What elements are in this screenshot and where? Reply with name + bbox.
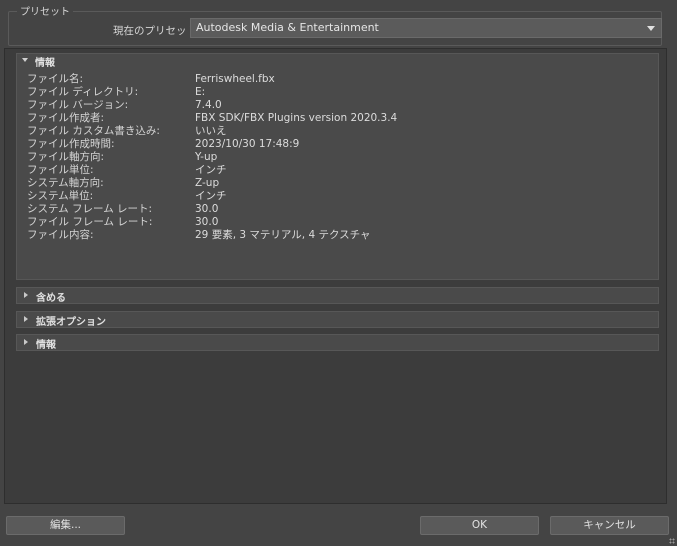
info-value: インチ bbox=[195, 164, 227, 176]
info-value: インチ bbox=[195, 190, 227, 202]
edit-button[interactable]: 編集... bbox=[6, 516, 125, 535]
info-value: Y-up bbox=[195, 151, 218, 163]
preset-group: プリセット 現在のプリセット: Autodesk Media & Enterta… bbox=[8, 3, 662, 46]
info-label: ファイル名: bbox=[27, 73, 84, 85]
info-label: システム フレーム レート: bbox=[27, 203, 153, 215]
current-preset-label: 現在のプリセット: bbox=[113, 25, 201, 37]
expand-right-icon bbox=[24, 316, 28, 322]
expand-right-icon bbox=[24, 339, 28, 345]
info-label: ファイル単位: bbox=[27, 164, 94, 176]
dropdown-arrow-icon bbox=[647, 26, 655, 31]
info-value: 2023/10/30 17:48:9 bbox=[195, 138, 300, 150]
info-value: FBX SDK/FBX Plugins version 2020.3.4 bbox=[195, 112, 398, 124]
info-label: ファイル軸方向: bbox=[27, 151, 105, 163]
info-label: ファイル作成者: bbox=[27, 112, 105, 124]
info-value: Z-up bbox=[195, 177, 220, 189]
info2-rollout-title: 情報 bbox=[36, 340, 56, 351]
advanced-options-rollout-header[interactable]: 拡張オプション bbox=[16, 311, 659, 328]
info-label: ファイル ディレクトリ: bbox=[27, 86, 139, 98]
info-label: ファイル カスタム書き込み: bbox=[27, 125, 160, 137]
info-label: ファイル バージョン: bbox=[27, 99, 129, 111]
info-label: システム軸方向: bbox=[27, 177, 104, 189]
info2-rollout-header[interactable]: 情報 bbox=[16, 334, 659, 351]
ok-button[interactable]: OK bbox=[420, 516, 539, 535]
info-label: システム単位: bbox=[27, 190, 94, 202]
info-label: ファイル内容: bbox=[27, 229, 94, 241]
current-preset-dropdown[interactable]: Autodesk Media & Entertainment bbox=[190, 18, 662, 38]
info-rollout-title: 情報 bbox=[35, 58, 55, 69]
expand-down-icon bbox=[22, 58, 28, 62]
include-rollout-title: 含める bbox=[36, 293, 66, 304]
info-value: 30.0 bbox=[195, 203, 219, 215]
advanced-options-rollout-title: 拡張オプション bbox=[36, 317, 106, 328]
info-rollout: 情報 ファイル名: Ferriswheel.fbx ファイル ディレクトリ: E: … bbox=[16, 53, 659, 280]
info-value: 29 要素, 3 マテリアル, 4 テクスチャ bbox=[195, 229, 371, 241]
info-rollout-header[interactable]: 情報 bbox=[16, 53, 659, 70]
info-value: いいえ bbox=[195, 125, 227, 137]
cancel-button[interactable]: キャンセル bbox=[550, 516, 669, 535]
current-preset-value: Autodesk Media & Entertainment bbox=[196, 21, 379, 34]
include-rollout-header[interactable]: 含める bbox=[16, 287, 659, 304]
info-value: 30.0 bbox=[195, 216, 219, 228]
expand-right-icon bbox=[24, 292, 28, 298]
info-value: E: bbox=[195, 86, 206, 98]
preset-group-title: プリセット bbox=[17, 3, 73, 18]
info-label: ファイル作成時間: bbox=[27, 138, 115, 150]
info-value: 7.4.0 bbox=[195, 99, 222, 111]
resize-grip-icon[interactable] bbox=[669, 538, 675, 544]
info-value: Ferriswheel.fbx bbox=[195, 73, 275, 85]
info-label: ファイル フレーム レート: bbox=[27, 216, 153, 228]
